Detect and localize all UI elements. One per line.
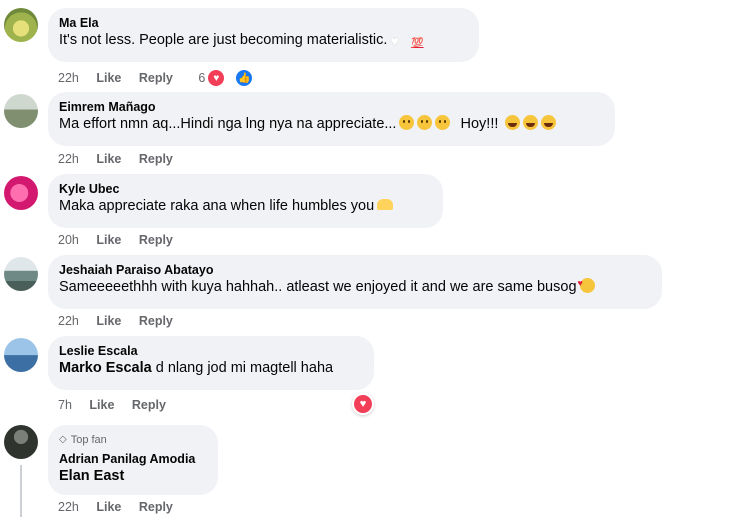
comment-actions: 7h Like Reply (58, 398, 180, 412)
comment-time: 22h (58, 500, 79, 514)
comment-body: Ma effort nmn aq...Hindi nga lng nya na … (59, 116, 397, 132)
comment-actions: 20h Like Reply (58, 233, 187, 247)
comment-time: 22h (58, 152, 79, 166)
love-reaction-icon: ♥ (206, 68, 227, 88)
hundred-points-emoji: 💯 (411, 38, 424, 49)
comment-body: d nlang jod mi magtell haha (151, 360, 334, 376)
reaction-summary[interactable]: 6 ♥ 👍 (198, 68, 268, 88)
reply-thread-line (20, 465, 22, 517)
white-heart-emoji: ♥ (390, 34, 399, 50)
reply-button[interactable]: Reply (139, 314, 173, 328)
mention-link[interactable]: Elan East (59, 468, 124, 484)
comment-text: Marko Escala d nlang jod mi magtell haha (59, 359, 362, 378)
comment-bubble: Eimrem Mañago Ma effort nmn aq...Hindi n… (48, 92, 615, 146)
like-button[interactable]: Like (89, 398, 114, 412)
sad-face-emoji (417, 115, 433, 130)
comment-bubble: Leslie Escala Marko Escala d nlang jod m… (48, 336, 374, 390)
comment-actions: 22h Like Reply 6 ♥ 👍 (58, 68, 282, 88)
laughing-emoji (523, 115, 539, 130)
reply-button[interactable]: Reply (139, 71, 173, 85)
comment-bubble: Jeshaiah Paraiso Abatayo Sameeeeethhh wi… (48, 255, 662, 309)
like-button[interactable]: Like (96, 152, 121, 166)
smiling-face-with-hearts-emoji (578, 274, 595, 293)
comment-actions: 22h Like Reply (58, 152, 187, 166)
comment-text: Ma effort nmn aq...Hindi nga lng nya na … (59, 115, 603, 134)
mention-link[interactable]: Marko Escala (59, 360, 152, 376)
comment-text: Sameeeeethhh with kuya hahhah.. atleast … (59, 274, 650, 297)
like-reaction-icon: 👍 (234, 68, 255, 88)
love-reaction-icon[interactable]: ♥ (352, 393, 374, 415)
heart-hands-emoji (377, 199, 394, 210)
comment-author[interactable]: Adrian Panilag Amodia (59, 451, 206, 467)
reply-button[interactable]: Reply (132, 398, 166, 412)
laughing-emoji (541, 115, 557, 130)
comment-body: Maka appreciate raka ana when life humbl… (59, 198, 375, 214)
comment-text: Maka appreciate raka ana when life humbl… (59, 197, 431, 216)
comment-time: 20h (58, 233, 79, 247)
comment-author[interactable]: Leslie Escala (59, 343, 362, 359)
comment-bubble: Ma Ela It's not less. People are just be… (48, 8, 479, 62)
comment-actions: 22h Like Reply (58, 314, 187, 328)
comment-time: 7h (58, 398, 72, 412)
avatar[interactable] (4, 94, 38, 128)
comment-body: It's not less. People are just becoming … (59, 32, 388, 48)
like-button[interactable]: Like (96, 314, 121, 328)
avatar[interactable] (4, 176, 38, 210)
comment-bubble: ◇ Top fan Adrian Panilag Amodia Elan Eas… (48, 425, 218, 495)
diamond-icon: ◇ (59, 434, 67, 445)
top-fan-badge: ◇ Top fan (59, 433, 206, 447)
reply-button[interactable]: Reply (139, 233, 173, 247)
avatar[interactable] (4, 8, 38, 42)
comment-author[interactable]: Jeshaiah Paraiso Abatayo (59, 262, 650, 278)
comment-body-tail: Hoy!!! (460, 116, 499, 132)
comment-author[interactable]: Kyle Ubec (59, 181, 431, 197)
sad-face-emoji (435, 115, 451, 130)
reply-button[interactable]: Reply (139, 152, 173, 166)
avatar[interactable] (4, 425, 38, 459)
comment-actions: 22h Like Reply (58, 500, 187, 514)
comment-body: Sameeeeethhh with kuya hahhah.. atleast … (59, 279, 577, 295)
avatar[interactable] (4, 257, 38, 291)
comment-author[interactable]: Eimrem Mañago (59, 99, 603, 115)
comment-bubble: Kyle Ubec Maka appreciate raka ana when … (48, 174, 443, 228)
like-button[interactable]: Like (96, 500, 121, 514)
reply-button[interactable]: Reply (139, 500, 173, 514)
comment-text: It's not less. People are just becoming … (59, 31, 467, 50)
comment-time: 22h (58, 314, 79, 328)
like-button[interactable]: Like (96, 233, 121, 247)
comment-author[interactable]: Ma Ela (59, 15, 467, 31)
reaction-count: 6 (198, 71, 206, 85)
laughing-emoji (505, 115, 521, 130)
comment-text: Elan East (59, 467, 206, 486)
avatar[interactable] (4, 338, 38, 372)
sad-face-emoji (399, 115, 415, 130)
top-fan-label: Top fan (70, 434, 107, 446)
comment-time: 22h (58, 71, 79, 85)
like-button[interactable]: Like (96, 71, 121, 85)
